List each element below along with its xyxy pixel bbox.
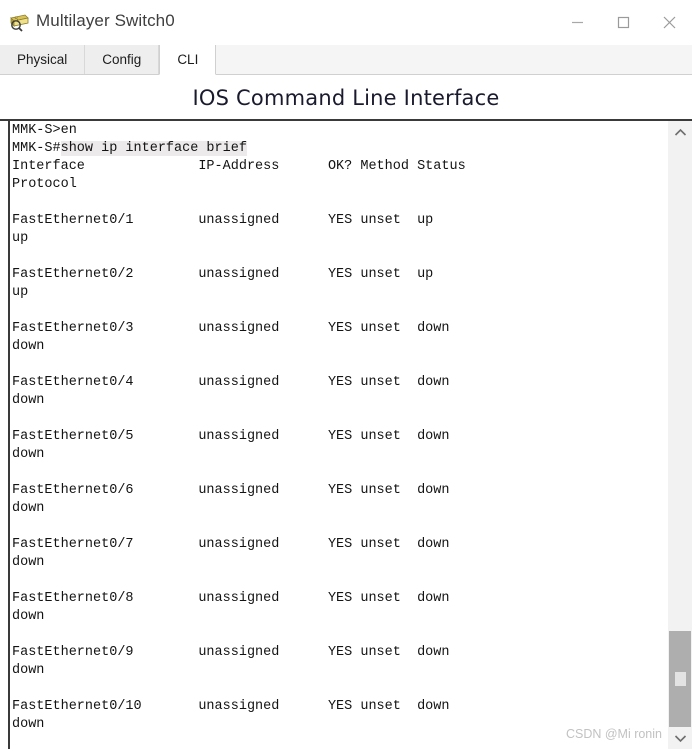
terminal-row-main: FastEthernet0/10 unassigned YES unset do… xyxy=(12,699,450,714)
terminal-row-main: FastEthernet0/4 unassigned YES unset dow… xyxy=(12,375,450,390)
svg-text:S: S xyxy=(14,17,18,23)
window-controls xyxy=(554,0,692,45)
maximize-button[interactable] xyxy=(600,0,646,45)
terminal-row-main: FastEthernet0/3 unassigned YES unset dow… xyxy=(12,321,450,336)
terminal-row-protocol: up xyxy=(12,285,29,300)
terminal-row-protocol: down xyxy=(12,501,45,516)
terminal-row-protocol: down xyxy=(12,717,45,732)
window-title: Multilayer Switch0 xyxy=(36,11,175,30)
tab-config[interactable]: Config xyxy=(85,45,160,74)
terminal-row-protocol: up xyxy=(12,231,29,246)
window-titlebar: S Multilayer Switch0 xyxy=(0,0,692,45)
scrollbar-track[interactable] xyxy=(668,143,692,727)
scrollbar-thumb[interactable] xyxy=(669,631,691,727)
terminal-row-protocol: down xyxy=(12,447,45,462)
terminal-row-main: FastEthernet0/8 unassigned YES unset dow… xyxy=(12,591,450,606)
terminal-row-main: FastEthernet0/1 unassigned YES unset up xyxy=(12,213,434,228)
minimize-button[interactable] xyxy=(554,0,600,45)
terminal-row-main: FastEthernet0/2 unassigned YES unset up xyxy=(12,267,434,282)
terminal-row-protocol: down xyxy=(12,339,45,354)
terminal-panel: MMK-S>en MMK-S#show ip interface brief Int… xyxy=(0,121,692,749)
terminal-output[interactable]: MMK-S>en MMK-S#show ip interface brief Int… xyxy=(12,121,666,749)
tab-cli[interactable]: CLI xyxy=(159,45,217,75)
terminal-scrollbar[interactable] xyxy=(668,121,692,749)
panel-heading: IOS Command Line Interface xyxy=(0,76,692,119)
terminal-row-protocol: down xyxy=(12,393,45,408)
tab-physical[interactable]: Physical xyxy=(0,45,86,74)
terminal-row-main: FastEthernet0/5 unassigned YES unset dow… xyxy=(12,429,450,444)
terminal-row-protocol: down xyxy=(12,609,45,624)
terminal-row-protocol: down xyxy=(12,663,45,678)
panel-heading-text: IOS Command Line Interface xyxy=(192,85,500,110)
switch-device-icon: S xyxy=(8,12,30,32)
cli-window: S Multilayer Switch0 Physical Config CLI… xyxy=(0,0,692,749)
tab-bar: Physical Config CLI xyxy=(0,45,692,75)
terminal-left-border xyxy=(8,121,10,749)
terminal-header-line-1: Interface IP-Address OK? Method Status xyxy=(12,159,466,174)
tab-bar-filler xyxy=(216,45,692,74)
terminal-command: show ip interface brief xyxy=(60,141,247,156)
scrollbar-grip xyxy=(674,672,686,686)
terminal-row-main: FastEthernet0/7 unassigned YES unset dow… xyxy=(12,537,450,552)
terminal-row-main: FastEthernet0/6 unassigned YES unset dow… xyxy=(12,483,450,498)
terminal-row-main: FastEthernet0/9 unassigned YES unset dow… xyxy=(12,645,450,660)
scroll-down-button[interactable] xyxy=(668,727,692,749)
terminal-header-line-2: Protocol xyxy=(12,177,77,192)
terminal-command-line: MMK-S#show ip interface brief xyxy=(12,140,666,158)
scroll-up-button[interactable] xyxy=(668,121,692,143)
close-button[interactable] xyxy=(646,0,692,45)
terminal-prompt: MMK-S# xyxy=(12,141,61,156)
terminal-prompt-enable: MMK-S>en xyxy=(12,123,77,138)
terminal-row-protocol: down xyxy=(12,555,45,570)
